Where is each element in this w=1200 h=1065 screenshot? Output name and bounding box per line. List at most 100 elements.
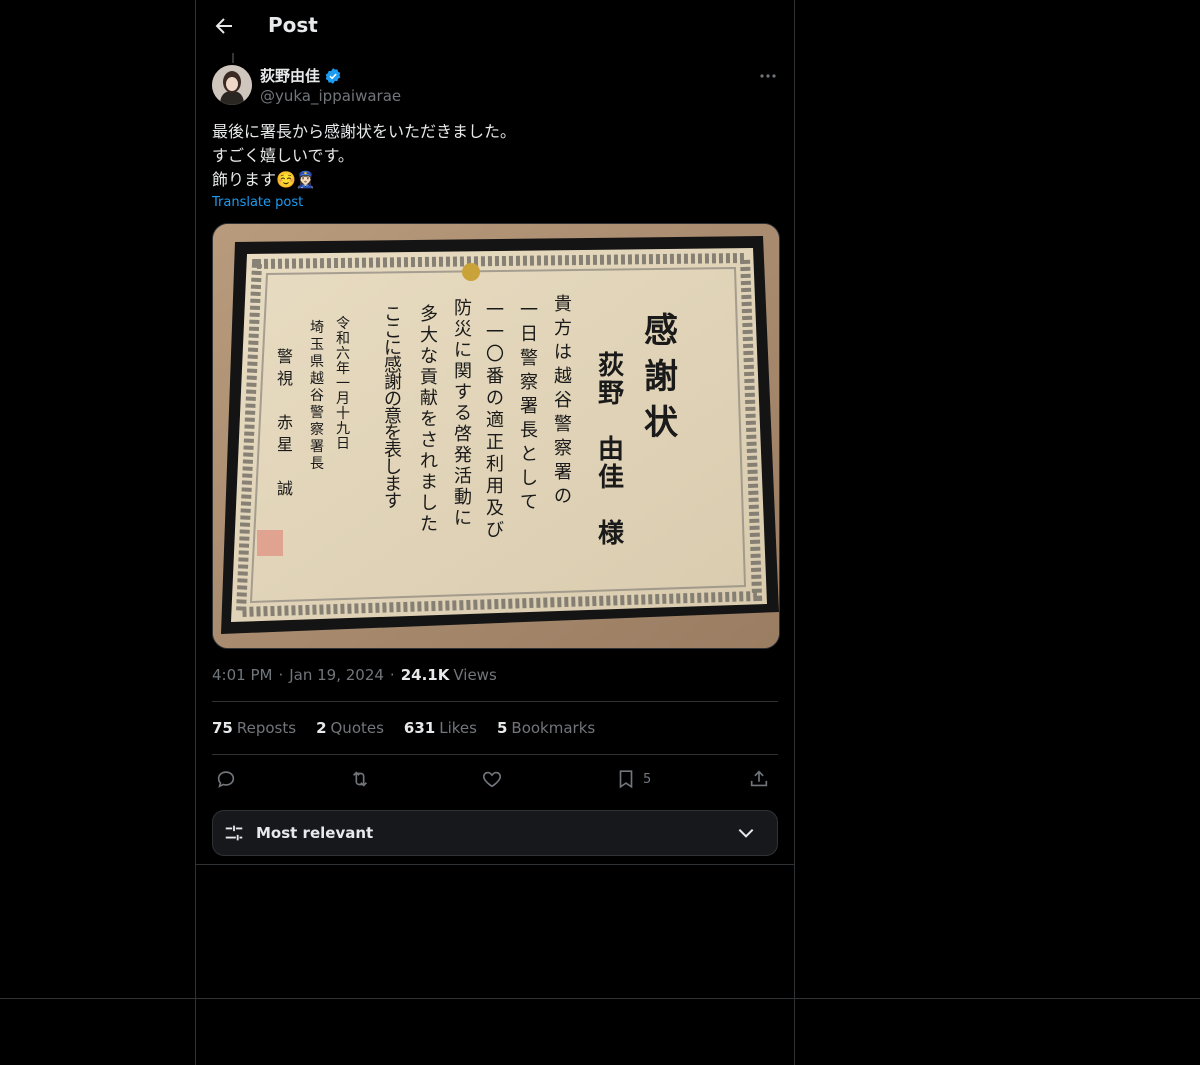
- certificate-glyph: に: [454, 508, 472, 529]
- certificate-glyph: 謝: [644, 357, 678, 397]
- certificate-glyph: 赤: [277, 413, 293, 432]
- certificate-glyph: さ: [420, 430, 438, 451]
- more-options-icon[interactable]: [758, 66, 778, 86]
- certificate-glyph: 谷: [310, 388, 324, 404]
- certificate-glyph: 星: [277, 435, 293, 454]
- certificate-body-line: 防災に関する啓発活動に: [454, 298, 472, 529]
- meta-separator: ·: [389, 666, 395, 684]
- certificate-glyph: ま: [420, 472, 438, 493]
- certificate-glyph: 方: [554, 318, 572, 339]
- certificate-glyph: 多: [420, 304, 438, 325]
- heart-icon: [483, 771, 501, 788]
- certificate-glyph: 令: [336, 316, 350, 332]
- certificate-glyph: 警: [310, 405, 324, 421]
- certificate-glyph: 用: [486, 476, 504, 497]
- certificate-glyph: [606, 491, 615, 521]
- certificate-glyph: 荻: [598, 351, 624, 381]
- certificate-body-line: 多大な貢献をされました: [420, 304, 438, 535]
- stat-label: Likes: [439, 719, 477, 737]
- share-button[interactable]: [748, 767, 770, 791]
- certificate-glyph: 埼: [310, 320, 324, 336]
- certificate-glyph: 及: [486, 498, 504, 519]
- stat-label: Quotes: [330, 719, 384, 737]
- certificate-glyph: 野: [598, 379, 624, 409]
- bookmark-button[interactable]: 5: [615, 767, 651, 791]
- certificate-glyph: 視: [277, 369, 293, 388]
- reply-icon: [217, 771, 235, 788]
- certificate-glyph: 一: [336, 376, 350, 392]
- certificate-glyph: 一: [520, 300, 538, 321]
- certificate-glyph: 署: [554, 462, 572, 483]
- certificate-glyph: は: [554, 342, 572, 363]
- certificate-glyph: 利: [486, 454, 504, 475]
- avatar[interactable]: [212, 65, 252, 105]
- certificate-glyph: な: [420, 346, 438, 367]
- author-name[interactable]: 荻野由佳: [260, 65, 342, 86]
- certificate-glyph: 大: [420, 325, 438, 346]
- certificate-glyph: す: [384, 491, 402, 512]
- certificate-glyph: 日: [520, 324, 538, 345]
- certificate-glyph: て: [520, 492, 538, 513]
- repost-button[interactable]: [348, 767, 372, 791]
- certificate-body-line: ここに感謝の意を表します: [384, 304, 402, 512]
- certificate-glyph: 発: [454, 445, 472, 466]
- certificate-glyph: [282, 457, 287, 476]
- thread-line: [232, 53, 234, 63]
- police-emblem-icon: [462, 263, 480, 281]
- bookmarks-stat[interactable]: 5 Bookmarks: [497, 719, 595, 737]
- certificate-glyph: 貢: [420, 367, 438, 388]
- certificate-glyph: 〇: [486, 344, 504, 365]
- certificate-glyph: 九: [336, 421, 350, 437]
- back-arrow-icon[interactable]: [212, 14, 236, 38]
- certificate-glyph: 適: [486, 410, 504, 431]
- certificate-glyph: 和: [336, 331, 350, 347]
- tune-icon: [225, 825, 243, 841]
- certificate-glyph: 番: [486, 366, 504, 387]
- post-header: Post: [196, 0, 794, 53]
- certificate-body-line: 一日警察署長として: [520, 300, 538, 513]
- reply-button[interactable]: [215, 767, 237, 791]
- reposts-stat[interactable]: 75 Reposts: [212, 719, 296, 737]
- certificate-glyph: 十: [336, 406, 350, 422]
- certificate-glyph: 活: [454, 466, 472, 487]
- post-image[interactable]: 感謝状 荻野 由佳 様 貴方は越谷警察署の 一日警察署長として 一一〇番の適正利…: [212, 223, 780, 649]
- certificate-glyph: 県: [310, 354, 324, 370]
- quotes-stat[interactable]: 2 Quotes: [316, 719, 384, 737]
- post-date[interactable]: Jan 19, 2024: [289, 666, 384, 684]
- like-button[interactable]: [481, 767, 503, 791]
- seal-stamp: [257, 530, 283, 556]
- certificate-glyph: 由: [598, 435, 624, 465]
- stat-number: 2: [316, 719, 327, 737]
- stat-number: 631: [403, 719, 436, 737]
- certificate-glyph: 感: [644, 311, 678, 351]
- certificate-glyph: 貴: [554, 294, 572, 315]
- post-line: 飾ります☺️👮🏻‍♀️: [212, 170, 316, 189]
- certificate-recipient: 荻野 由佳 様: [598, 351, 625, 549]
- stat-number: 5: [496, 719, 508, 737]
- translate-post-link[interactable]: Translate post: [212, 195, 303, 210]
- certificate-glyph: 長: [520, 420, 538, 441]
- certificate-glyph: し: [420, 493, 438, 514]
- post-meta: 4:01 PM · Jan 19, 2024 · 24.1K Views: [212, 666, 497, 684]
- chevron-down-icon: [738, 828, 754, 838]
- certificate-glyph: 年: [336, 361, 350, 377]
- certificate-glyph: 佳: [598, 463, 624, 493]
- reply-sort-dropdown[interactable]: Most relevant: [212, 810, 778, 856]
- stat-label: Bookmarks: [511, 719, 596, 737]
- certificate-glyph: 署: [310, 439, 324, 455]
- certificate-glyph: 動: [454, 487, 472, 508]
- certificate-glyph: 越: [310, 371, 324, 387]
- post-time[interactable]: 4:01 PM: [212, 666, 272, 684]
- certificate-glyph: 献: [420, 388, 438, 409]
- certificate-glyph: 警: [277, 347, 293, 366]
- certificate-glyph: 署: [520, 396, 538, 417]
- certificate-glyph: 察: [554, 438, 572, 459]
- views-count: 24.1K: [400, 666, 450, 684]
- certificate-glyph: 警: [554, 414, 572, 435]
- author-handle[interactable]: @yuka_ippaiwarae: [260, 87, 401, 105]
- likes-stat[interactable]: 631 Likes: [404, 719, 477, 737]
- avatar-portrait-icon: [212, 65, 252, 105]
- certificate-glyph: し: [520, 468, 538, 489]
- divider: [196, 864, 794, 865]
- certificate-glyph: 関: [454, 361, 472, 382]
